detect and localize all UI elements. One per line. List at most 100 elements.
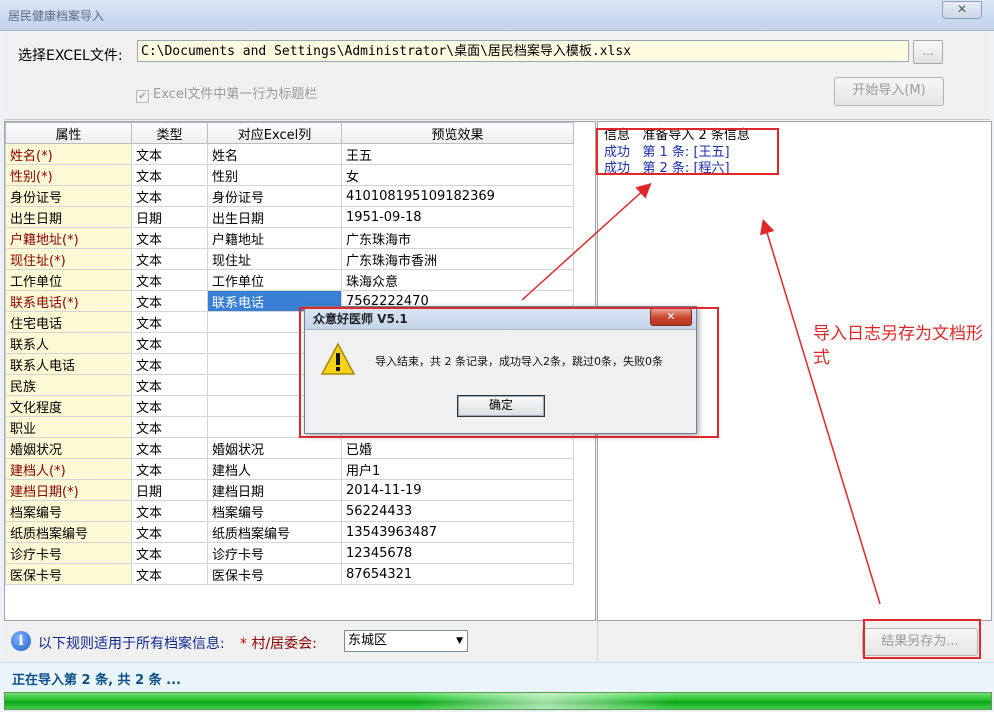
cell-excel-col[interactable]: 现住址: [207, 248, 342, 270]
cell-attr: 联系人: [5, 332, 132, 354]
cell-excel-col[interactable]: 性别: [207, 164, 342, 186]
cell-excel-col[interactable]: 档案编号: [207, 500, 342, 522]
info-icon: i: [11, 631, 31, 651]
annotation-box-save: [863, 619, 981, 659]
cell-type: 文本: [131, 164, 208, 186]
browse-button[interactable]: ...: [913, 40, 943, 64]
table-row[interactable]: 户籍地址(*) 文本 户籍地址 广东珠海市: [5, 227, 574, 249]
cell-attr: 建档日期(*): [5, 479, 132, 501]
column-header-excel-col[interactable]: 对应Excel列: [207, 122, 342, 144]
cell-attr: 纸质档案编号: [5, 521, 132, 543]
cell-attr: 联系电话(*): [5, 290, 132, 312]
village-label-text: 村/居委会:: [251, 636, 317, 652]
cell-excel-col[interactable]: 建档人: [207, 458, 342, 480]
cell-attr: 工作单位: [5, 269, 132, 291]
chevron-down-icon[interactable]: ▼: [456, 631, 463, 651]
cell-preview: 56224433: [341, 500, 574, 522]
required-star: *: [240, 636, 247, 652]
cell-type: 文本: [131, 500, 208, 522]
cell-type: 文本: [131, 416, 208, 438]
cell-preview: 已婚: [341, 437, 574, 459]
cell-preview: 珠海众意: [341, 269, 574, 291]
cell-type: 日期: [131, 479, 208, 501]
cell-type: 文本: [131, 563, 208, 585]
cell-attr: 出生日期: [5, 206, 132, 228]
cell-excel-col[interactable]: 姓名: [207, 143, 342, 165]
cell-attr: 职业: [5, 416, 132, 438]
village-dropdown[interactable]: 东城区 ▼: [344, 630, 468, 652]
cell-type: 文本: [131, 395, 208, 417]
cell-type: 文本: [131, 521, 208, 543]
table-row[interactable]: 建档日期(*) 日期 建档日期 2014-11-19: [5, 479, 574, 501]
cell-attr: 住宅电话: [5, 311, 132, 333]
progress-bar: [4, 692, 992, 710]
table-row[interactable]: 出生日期 日期 出生日期 1951-09-18: [5, 206, 574, 228]
table-row[interactable]: 医保卡号 文本 医保卡号 87654321: [5, 563, 574, 585]
rule-text-label: 以下规则适用于所有档案信息:: [38, 636, 225, 652]
title-bar: 居民健康档案导入 ✕: [0, 0, 994, 31]
cell-preview: 12345678: [341, 542, 574, 564]
cell-preview: 87654321: [341, 563, 574, 585]
cell-type: 文本: [131, 311, 208, 333]
cell-attr: 诊疗卡号: [5, 542, 132, 564]
table-row[interactable]: 身份证号 文本 身份证号 410108195109182369: [5, 185, 574, 207]
village-dropdown-value: 东城区: [348, 633, 388, 648]
cell-attr: 现住址(*): [5, 248, 132, 270]
cell-attr: 婚姻状况: [5, 437, 132, 459]
cell-attr: 户籍地址(*): [5, 227, 132, 249]
header-row-checkbox-label: Excel文件中第一行为标题栏: [153, 87, 318, 102]
cell-type: 文本: [131, 374, 208, 396]
cell-excel-col[interactable]: 医保卡号: [207, 563, 342, 585]
status-bar: 正在导入第 2 条, 共 2 条 ...: [0, 662, 994, 691]
table-row[interactable]: 现住址(*) 文本 现住址 广东珠海市香洲: [5, 248, 574, 270]
table-row[interactable]: 婚姻状况 文本 婚姻状况 已婚: [5, 437, 574, 459]
rule-panel: i 以下规则适用于所有档案信息: * 村/居委会: 东城区 ▼: [4, 621, 596, 661]
cell-preview: 广东珠海市香洲: [341, 248, 574, 270]
cell-excel-col[interactable]: 婚姻状况: [207, 437, 342, 459]
cell-type: 文本: [131, 248, 208, 270]
progress-shine: [415, 693, 675, 709]
cell-attr: 档案编号: [5, 500, 132, 522]
cell-preview: 女: [341, 164, 574, 186]
village-label: * 村/居委会:: [240, 633, 317, 653]
cell-preview: 2014-11-19: [341, 479, 574, 501]
column-header-type[interactable]: 类型: [131, 122, 208, 144]
cell-preview: 13543963487: [341, 521, 574, 543]
table-row[interactable]: 档案编号 文本 档案编号 56224433: [5, 500, 574, 522]
window-close-button[interactable]: ✕: [942, 1, 982, 19]
table-row[interactable]: 工作单位 文本 工作单位 珠海众意: [5, 269, 574, 291]
cell-excel-col[interactable]: 工作单位: [207, 269, 342, 291]
column-header-attr[interactable]: 属性: [5, 122, 132, 144]
column-header-preview[interactable]: 预览效果: [341, 122, 574, 144]
cell-type: 日期: [131, 206, 208, 228]
grid-header-row: 属性 类型 对应Excel列 预览效果: [5, 122, 574, 144]
cell-excel-col[interactable]: 户籍地址: [207, 227, 342, 249]
cell-attr: 民族: [5, 374, 132, 396]
cell-attr: 建档人(*): [5, 458, 132, 480]
file-selection-panel: 选择EXCEL文件: C:\Documents and Settings\Adm…: [4, 31, 990, 120]
excel-file-path-input[interactable]: C:\Documents and Settings\Administrator\…: [137, 40, 909, 62]
cell-attr: 性别(*): [5, 164, 132, 186]
cell-type: 文本: [131, 458, 208, 480]
cell-attr: 联系人电话: [5, 353, 132, 375]
cell-excel-col[interactable]: 出生日期: [207, 206, 342, 228]
start-import-button[interactable]: 开始导入(M): [834, 77, 944, 106]
cell-type: 文本: [131, 290, 208, 312]
annotation-box-dialog: [299, 307, 719, 438]
table-row[interactable]: 建档人(*) 文本 建档人 用户1: [5, 458, 574, 480]
cell-excel-col[interactable]: 诊疗卡号: [207, 542, 342, 564]
annotation-text: 导入日志另存为文档形式: [813, 324, 983, 368]
cell-excel-col[interactable]: 身份证号: [207, 185, 342, 207]
cell-preview: 广东珠海市: [341, 227, 574, 249]
table-row[interactable]: 诊疗卡号 文本 诊疗卡号 12345678: [5, 542, 574, 564]
cell-excel-col[interactable]: 建档日期: [207, 479, 342, 501]
table-row[interactable]: 纸质档案编号 文本 纸质档案编号 13543963487: [5, 521, 574, 543]
table-row[interactable]: 性别(*) 文本 性别女: [5, 164, 574, 186]
cell-excel-col[interactable]: 纸质档案编号: [207, 521, 342, 543]
checkbox-check-icon: ✔: [136, 90, 149, 103]
header-row-checkbox[interactable]: ✔ Excel文件中第一行为标题栏: [136, 83, 317, 103]
table-row[interactable]: 姓名(*) 文本 姓名 王五: [5, 143, 574, 165]
status-text: 正在导入第 2 条, 共 2 条 ...: [12, 673, 182, 688]
cell-preview: 用户1: [341, 458, 574, 480]
cell-type: 文本: [131, 227, 208, 249]
